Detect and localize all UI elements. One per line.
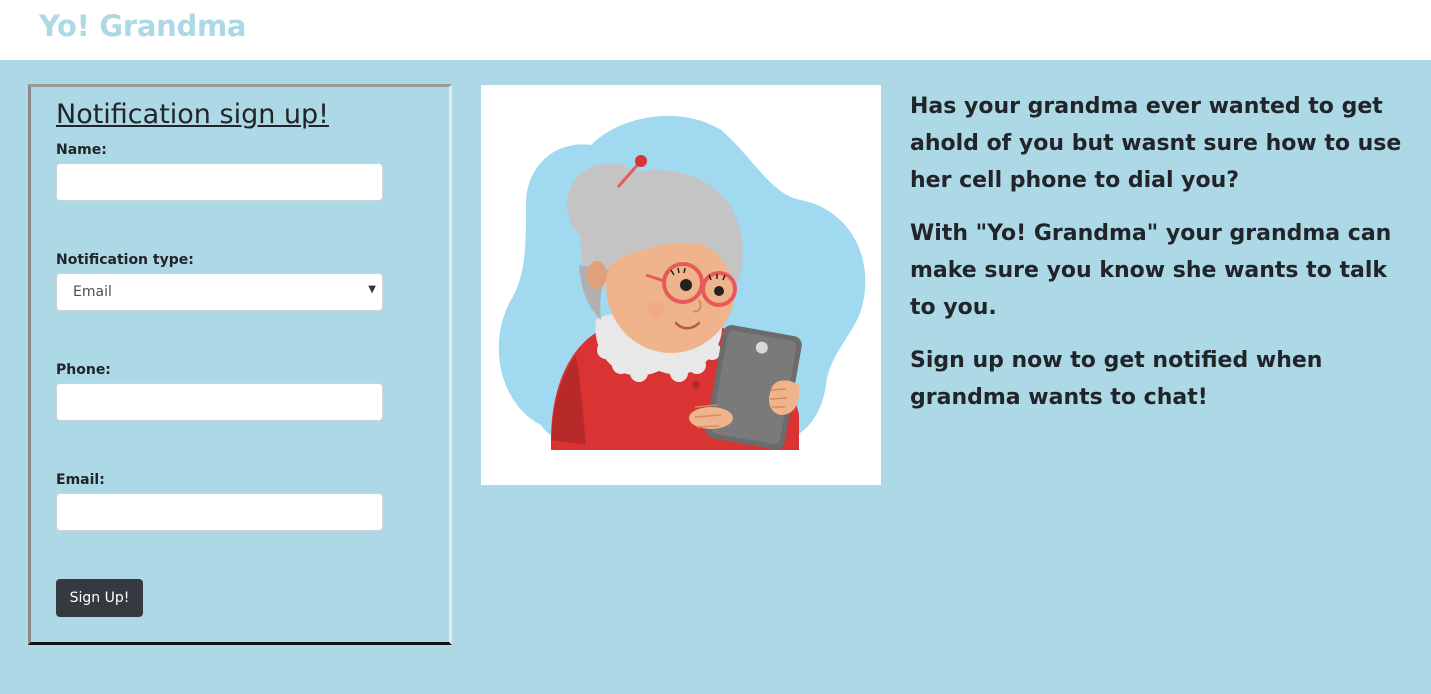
grandma-illustration xyxy=(481,85,881,485)
navbar: Yo! Grandma xyxy=(0,0,1431,60)
email-input[interactable] xyxy=(56,493,383,531)
phone-label: Phone: xyxy=(56,362,111,378)
notification-type-label: Notification type: xyxy=(56,252,194,268)
name-input[interactable] xyxy=(56,163,383,201)
intro-paragraph: With "Yo! Grandma" your grandma can make… xyxy=(910,221,1392,320)
phone-input[interactable] xyxy=(56,383,383,421)
brand-logo-link[interactable]: Yo! Grandma xyxy=(39,9,246,43)
notification-type-select[interactable]: Email ▼ xyxy=(56,273,383,311)
grandma-with-tablet-image xyxy=(498,115,866,450)
name-label: Name: xyxy=(56,142,107,158)
notification-type-selected: Email xyxy=(73,284,112,300)
email-label: Email: xyxy=(56,472,105,488)
intro-paragraph: Has your grandma ever wanted to get ahol… xyxy=(910,94,1402,193)
intro-paragraph: Sign up now to get notified when grandma… xyxy=(910,348,1323,410)
notification-signup-form: Notification sign up! Name: Notification… xyxy=(28,84,452,645)
caret-down-icon: ▼ xyxy=(368,284,376,295)
form-title: Notification sign up! xyxy=(56,99,329,130)
intro-copy: Has your grandma ever wanted to get ahol… xyxy=(910,88,1410,432)
sign-up-button[interactable]: Sign Up! xyxy=(56,579,143,617)
